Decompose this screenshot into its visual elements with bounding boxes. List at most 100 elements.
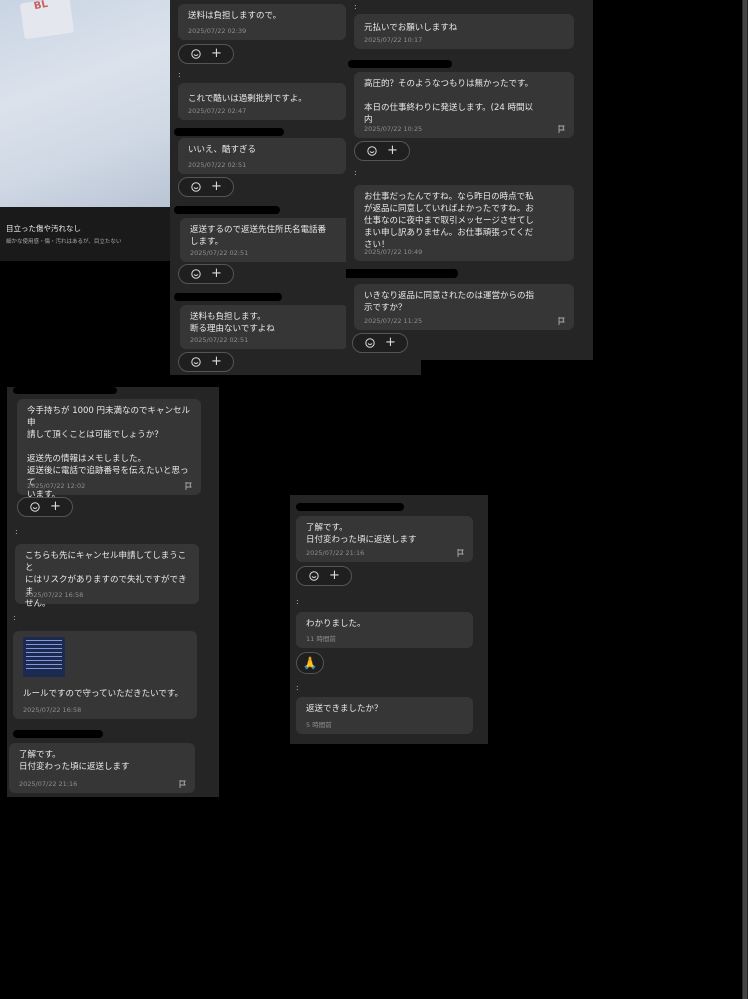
message-bubble: 了解です。 日付変わった頃に返送します 2025/07/22 21:16: [296, 516, 473, 562]
add-reaction-icon[interactable]: +: [329, 568, 340, 584]
message-bubble: お仕事だったんですね。なら昨日の時点で私 が返品に同意していればよかったですね。…: [354, 185, 574, 261]
message-text: いいえ、酷すぎる: [188, 145, 257, 155]
message-bubble: 今手持ちが 1000 円未満なのでキャンセル申 請して頂くことは可能でしょうか？…: [17, 399, 201, 500]
message-text: 了解です。 日付変わった頃に返送します: [306, 523, 417, 545]
reaction-bar[interactable]: +: [352, 333, 408, 353]
smiley-icon[interactable]: [191, 269, 201, 279]
flag-icon[interactable]: [558, 125, 565, 133]
redacted-username: [296, 503, 404, 511]
flag-icon[interactable]: [185, 482, 192, 490]
message-text: ルールですので守っていただきたいです。: [23, 689, 183, 699]
flag-icon[interactable]: [457, 549, 464, 557]
message-bubble: わかりました。 11 時間前: [296, 612, 473, 648]
smiley-icon[interactable]: [365, 338, 375, 348]
message-time: 2025/07/22 11:25: [364, 317, 423, 325]
message-time: 2025/07/22 02:51: [190, 249, 249, 257]
add-reaction-icon[interactable]: +: [211, 354, 222, 370]
add-reaction-icon[interactable]: +: [387, 143, 398, 159]
chat-panel-d: 了解です。 日付変わった頃に返送します 2025/07/22 21:16 + :…: [290, 495, 488, 744]
add-reaction-icon[interactable]: +: [211, 179, 222, 195]
scrollbar-thumb[interactable]: [743, 0, 747, 999]
message-bubble: いきなり返品に同意されたのは運営からの指 示ですか？ 2025/07/22 11…: [354, 284, 574, 330]
message-text: いきなり返品に同意されたのは運営からの指 示ですか？: [364, 291, 535, 313]
attached-image[interactable]: [23, 637, 65, 677]
redacted-username: [348, 60, 452, 68]
message-text: 送料は負担しますので。: [188, 11, 282, 21]
message-time: 2025/07/22 02:39: [188, 27, 247, 35]
message-text: 元払いでお願いしますね: [364, 23, 458, 33]
smiley-icon[interactable]: [367, 146, 377, 156]
smiley-icon[interactable]: [191, 357, 201, 367]
message-time: 2025/07/22 12:02: [27, 482, 86, 490]
smiley-icon[interactable]: [30, 502, 40, 512]
message-bubble: これで酷いは過剰批判ですよ。 2025/07/22 02:47: [178, 83, 346, 120]
add-reaction-icon[interactable]: +: [50, 499, 61, 515]
message-bubble: 元払いでお願いしますね 2025/07/22 10:17: [354, 14, 574, 49]
message-bubble: 返送するので返送先住所氏名電話番 します。 2025/07/22 02:51: [180, 218, 352, 262]
redacted-username: [174, 206, 280, 214]
more-options-icon[interactable]: :: [296, 597, 299, 606]
reaction-bar[interactable]: +: [296, 566, 352, 586]
redacted-username: [13, 730, 103, 738]
reaction-bar[interactable]: +: [17, 497, 73, 517]
condition-description: 細かな使用感・傷・汚れはあるが、目立たない: [6, 239, 122, 245]
message-bubble: 了解です。 日付変わった頃に返送します 2025/07/22 21:16: [9, 743, 195, 793]
product-photo: BL: [0, 0, 170, 207]
redacted-username: [174, 128, 284, 136]
message-bubble: 高圧的？そのようなつもりは無かったです。 本日の仕事終わりに発送します。(24 …: [354, 72, 574, 138]
more-options-icon[interactable]: :: [296, 683, 299, 692]
more-options-icon[interactable]: :: [178, 70, 181, 79]
message-text: 高圧的？そのようなつもりは無かったです。 本日の仕事終わりに発送します。(24 …: [364, 79, 534, 125]
message-bubble: 返送できましたか？ 5 時間前: [296, 697, 473, 734]
condition-title: 目立った傷や汚れなし: [6, 224, 81, 233]
message-text: わかりました。: [306, 619, 366, 629]
message-bubble: 送料は負担しますので。 2025/07/22 02:39: [178, 4, 346, 40]
message-time: 2025/07/22 16:58: [23, 706, 82, 714]
pray-reaction[interactable]: 🙏: [296, 652, 324, 674]
more-options-icon[interactable]: :: [13, 613, 16, 622]
message-time: 2025/07/22 21:16: [306, 549, 365, 557]
flag-icon[interactable]: [179, 780, 186, 788]
message-time: 2025/07/22 16:58: [25, 591, 84, 599]
message-text: 返送するので返送先住所氏名電話番 します。: [190, 225, 327, 247]
chat-panel-b: : 元払いでお願いしますね 2025/07/22 10:17 高圧的？そのような…: [346, 0, 593, 360]
message-bubble: いいえ、酷すぎる 2025/07/22 02:51: [178, 138, 346, 174]
reaction-bar[interactable]: +: [178, 177, 234, 197]
message-time: 2025/07/22 10:17: [364, 36, 423, 44]
message-text: 返送できましたか？: [306, 704, 383, 714]
message-time: 2025/07/22 10:25: [364, 125, 423, 133]
add-reaction-icon[interactable]: +: [211, 266, 222, 282]
chat-panel-c: 今手持ちが 1000 円未満なのでキャンセル申 請して頂くことは可能でしょうか？…: [7, 387, 219, 797]
reaction-bar[interactable]: +: [178, 44, 234, 64]
redacted-username: [346, 269, 458, 278]
condition-area: 目立った傷や汚れなし 細かな使用感・傷・汚れはあるが、目立たない: [0, 207, 170, 261]
more-options-icon[interactable]: :: [354, 2, 357, 11]
message-text: 送料も負担します。 断る理由ないですよね: [190, 312, 275, 334]
redacted-username: [13, 387, 117, 394]
message-text: 了解です。 日付変わった頃に返送します: [19, 750, 130, 772]
add-reaction-icon[interactable]: +: [385, 335, 396, 351]
message-bubble: ルールですので守っていただきたいです。 2025/07/22 16:58: [13, 631, 197, 719]
message-text: これで酷いは過剰批判ですよ。: [188, 94, 307, 104]
message-bubble: 送料も負担します。 断る理由ないですよね 2025/07/22 02:51: [180, 305, 348, 349]
message-text: こちらも先にキャンセル申請してしまうこと にはリスクがありますので失礼ですができ…: [25, 551, 187, 609]
reaction-bar[interactable]: +: [178, 264, 234, 284]
message-time: 2025/07/22 02:51: [190, 336, 249, 344]
message-time: 5 時間前: [306, 721, 332, 729]
message-time: 11 時間前: [306, 635, 336, 643]
reaction-bar[interactable]: +: [354, 141, 410, 161]
message-text: お仕事だったんですね。なら昨日の時点で私 が返品に同意していればよかったですね。…: [364, 192, 534, 250]
message-time: 2025/07/22 02:51: [188, 161, 247, 169]
smiley-icon[interactable]: [309, 571, 319, 581]
message-time: 2025/07/22 02:47: [188, 107, 247, 115]
smiley-icon[interactable]: [191, 182, 201, 192]
reaction-bar[interactable]: +: [178, 352, 234, 372]
message-time: 2025/07/22 21:16: [19, 780, 78, 788]
smiley-icon[interactable]: [191, 49, 201, 59]
more-options-icon[interactable]: :: [354, 168, 357, 177]
redacted-username: [174, 293, 282, 301]
more-options-icon[interactable]: :: [15, 527, 18, 536]
message-time: 2025/07/22 10:49: [364, 248, 423, 256]
add-reaction-icon[interactable]: +: [211, 46, 222, 62]
flag-icon[interactable]: [558, 317, 565, 325]
